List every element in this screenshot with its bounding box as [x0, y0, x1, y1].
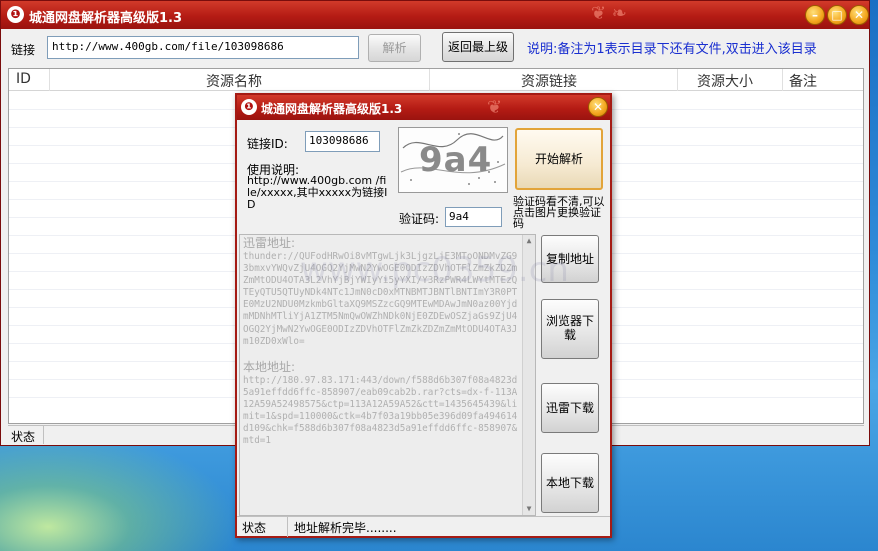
- decoration-swirl-icon: ❦ ❧: [591, 3, 627, 24]
- thunder-download-button[interactable]: 迅雷下载: [541, 383, 599, 433]
- column-divider[interactable]: [429, 69, 430, 91]
- start-parse-button[interactable]: 开始解析: [515, 128, 603, 190]
- local-heading: 本地地址:: [243, 359, 296, 374]
- maximize-button[interactable]: □: [827, 5, 847, 25]
- dialog-title: 城通网盘解析器高级版1.3: [261, 102, 403, 116]
- status-label: 状态: [11, 430, 36, 444]
- dialog-title-bar[interactable]: ❶ 城通网盘解析器高级版1.3 ❦ ✕: [237, 95, 610, 120]
- status-divider: [43, 426, 44, 444]
- column-divider[interactable]: [49, 69, 50, 91]
- link-input[interactable]: http://www.400gb.com/file/103098686: [47, 36, 359, 59]
- usage-text: http://www.400gb.com /file/xxxxx,其中xxxxx…: [247, 174, 388, 211]
- window-title: 城通网盘解析器高级版1.3: [29, 11, 183, 26]
- minimize-button[interactable]: –: [805, 5, 825, 25]
- dialog-logo-icon: ❶: [241, 99, 257, 115]
- link-label: 链接: [11, 43, 36, 57]
- usage-note: 说明:备注为1表示目录下还有文件,双击进入该目录: [527, 42, 817, 57]
- captcha-input[interactable]: 9a4: [445, 207, 502, 227]
- scroll-down-icon[interactable]: ▼: [523, 503, 535, 515]
- column-header-id[interactable]: ID: [16, 71, 31, 87]
- scroll-up-icon[interactable]: ▲: [523, 235, 535, 247]
- dialog-close-button[interactable]: ✕: [588, 97, 608, 117]
- browser-download-button[interactable]: 浏览器下载: [541, 299, 599, 359]
- title-bar[interactable]: ❶ 城通网盘解析器高级版1.3 ❦ ❧ – □ ✕: [1, 1, 869, 29]
- local-url: http://180.97.83.171:443/down/f588d6b307…: [243, 374, 518, 447]
- desktop-background: [0, 430, 240, 551]
- close-button[interactable]: ✕: [849, 5, 869, 25]
- app-logo-icon: ❶: [7, 6, 24, 23]
- captcha-image[interactable]: 9a4: [398, 127, 508, 193]
- column-divider[interactable]: [677, 69, 678, 91]
- captcha-hint: 验证码看不清,可以点击图片更换验证码: [513, 195, 605, 230]
- dialog-status-bar: 状态 地址解析完毕........: [237, 516, 610, 537]
- column-header-remark[interactable]: 备注: [789, 71, 817, 91]
- captcha-label: 验证码:: [399, 212, 440, 226]
- local-download-button[interactable]: 本地下载: [541, 453, 599, 513]
- column-header-name[interactable]: 资源名称: [206, 71, 262, 91]
- toolbar: 链接 http://www.400gb.com/file/103098686 解…: [1, 29, 869, 67]
- table-header: ID 资源名称 资源链接 资源大小 备注: [9, 69, 863, 91]
- parse-button[interactable]: 解析: [368, 34, 421, 62]
- status-divider: [287, 517, 288, 537]
- captcha-text: 9a4: [419, 140, 493, 180]
- back-to-top-button[interactable]: 返回最上级: [442, 32, 514, 62]
- dialog-status-label: 状态: [242, 521, 267, 535]
- decoration-swirl-icon: ❦: [487, 97, 503, 118]
- link-id-label: 链接ID:: [247, 137, 288, 151]
- column-header-link[interactable]: 资源链接: [521, 71, 577, 91]
- parse-dialog: ❶ 城通网盘解析器高级版1.3 ❦ ✕ 链接ID: 103098686 使用说明…: [235, 93, 612, 538]
- column-header-size[interactable]: 资源大小: [697, 71, 753, 91]
- watermark: www.pc0359.cn: [300, 250, 569, 290]
- link-id-input[interactable]: 103098686: [305, 131, 380, 152]
- column-divider[interactable]: [782, 69, 783, 91]
- dialog-status-value: 地址解析完毕........: [294, 521, 397, 535]
- thunder-heading: 迅雷地址:: [243, 236, 296, 250]
